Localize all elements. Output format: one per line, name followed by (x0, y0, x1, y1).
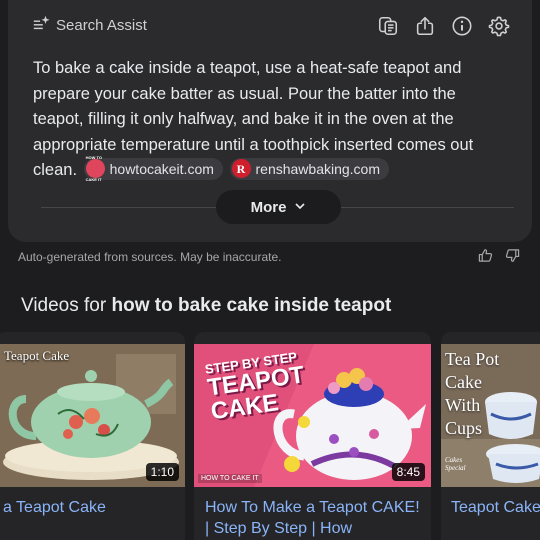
video-duration: 8:45 (391, 463, 425, 481)
assist-actions (376, 12, 510, 40)
sparkle-list-icon (32, 14, 50, 36)
source-chip-howtocakeit[interactable]: HOW TO CAKE IT howtocakeit.com (83, 155, 223, 182)
thumbnail-caption: Tea Pot Cake With Cups (445, 349, 500, 438)
info-icon[interactable] (450, 15, 473, 38)
divider (41, 207, 216, 208)
howtocakeit-logo: HOW TO CAKE IT (85, 155, 105, 182)
thumbs-down-icon[interactable] (505, 248, 520, 268)
video-card[interactable]: STEP BY STEP TEAPOT CAKE HOW TO CAKE IT … (194, 332, 431, 540)
video-card[interactable]: Teapot Cake 1:10 a Teapot Cake (0, 332, 185, 540)
divider (341, 207, 514, 208)
more-label: More (250, 198, 287, 216)
copy-icon[interactable] (376, 15, 399, 38)
source-label: renshawbaking.com (255, 160, 381, 177)
videos-heading-prefix: Videos for (21, 295, 112, 316)
video-thumbnail: STEP BY STEP TEAPOT CAKE HOW TO CAKE IT … (194, 344, 431, 487)
search-assist-title: Search Assist (56, 16, 147, 34)
thumbnail-caption: Teapot Cake (4, 348, 70, 363)
videos-heading-query: how to bake cake inside teapot (111, 295, 392, 316)
search-assist-card: Search Assist To bake a cake inside a te… (8, 0, 532, 242)
settings-icon[interactable] (487, 15, 510, 38)
share-icon[interactable] (413, 15, 436, 38)
video-title: How To Make a Teapot CAKE! | Step By Ste… (205, 499, 420, 537)
video-title: Teapot Cake (451, 499, 540, 516)
brand-tag: HOW TO CAKE IT (198, 474, 262, 483)
thumbnail-title-overlay: STEP BY STEP TEAPOT CAKE (204, 348, 309, 425)
chevron-down-icon (294, 199, 306, 216)
renshaw-logo: R (231, 159, 251, 179)
video-duration: 1:10 (145, 463, 179, 481)
disclaimer-text: Auto-generated from sources. May be inac… (18, 250, 282, 264)
source-chip-renshawbaking[interactable]: R renshawbaking.com (229, 157, 390, 180)
videos-heading: Videos for how to bake cake inside teapo… (21, 295, 391, 317)
assist-answer: To bake a cake inside a teapot, use a he… (33, 56, 483, 184)
search-assist-header: Search Assist (32, 12, 147, 38)
video-title: a Teapot Cake (3, 499, 106, 516)
thumbs-up-icon[interactable] (478, 248, 493, 268)
source-label: howtocakeit.com (109, 160, 214, 177)
thumbnail-signature: Cakes Special (445, 456, 466, 472)
video-thumbnail: Tea Pot Cake With Cups Cakes Special (441, 344, 540, 487)
video-thumbnail: Teapot Cake 1:10 (0, 344, 185, 487)
more-button[interactable]: More (216, 190, 341, 224)
feedback-actions (478, 248, 520, 268)
video-card[interactable]: Tea Pot Cake With Cups Cakes Special Tea… (441, 332, 540, 540)
